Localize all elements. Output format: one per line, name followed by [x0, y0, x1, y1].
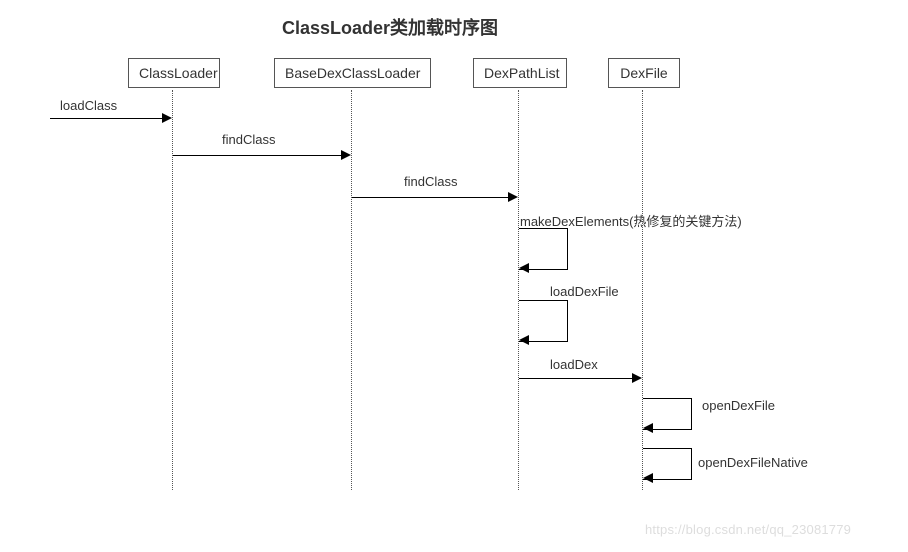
arrow-opendexfilenative — [643, 473, 653, 483]
message-line-findclass2 — [352, 197, 509, 198]
message-line-findclass1 — [173, 155, 342, 156]
message-label-opendexfilenative: openDexFileNative — [698, 455, 808, 470]
lifeline-classloader — [172, 90, 173, 490]
arrow-makedexelements — [519, 263, 529, 273]
arrow-loaddexfile — [519, 335, 529, 345]
arrow-loadclass — [162, 113, 172, 123]
lifeline-dexpathlist — [518, 90, 519, 490]
participant-dexfile: DexFile — [608, 58, 680, 88]
diagram-title: ClassLoader类加载时序图 — [0, 14, 780, 40]
arrow-opendexfile — [643, 423, 653, 433]
message-label-findclass2: findClass — [404, 174, 457, 189]
message-label-loaddexfile: loadDexFile — [550, 284, 619, 299]
message-label-opendexfile: openDexFile — [702, 398, 775, 413]
message-label-loaddex: loadDex — [550, 357, 598, 372]
message-line-loaddex — [519, 378, 633, 379]
message-label-findclass1: findClass — [222, 132, 275, 147]
arrow-loaddex — [632, 373, 642, 383]
arrow-findclass1 — [341, 150, 351, 160]
message-line-loadclass — [50, 118, 162, 119]
participant-basedexclassloader: BaseDexClassLoader — [274, 58, 431, 88]
arrow-findclass2 — [508, 192, 518, 202]
message-label-loadclass: loadClass — [60, 98, 117, 113]
participant-dexpathlist: DexPathList — [473, 58, 567, 88]
lifeline-basedexclassloader — [351, 90, 352, 490]
participant-classloader: ClassLoader — [128, 58, 220, 88]
watermark-text: https://blog.csdn.net/qq_23081779 — [645, 522, 851, 537]
